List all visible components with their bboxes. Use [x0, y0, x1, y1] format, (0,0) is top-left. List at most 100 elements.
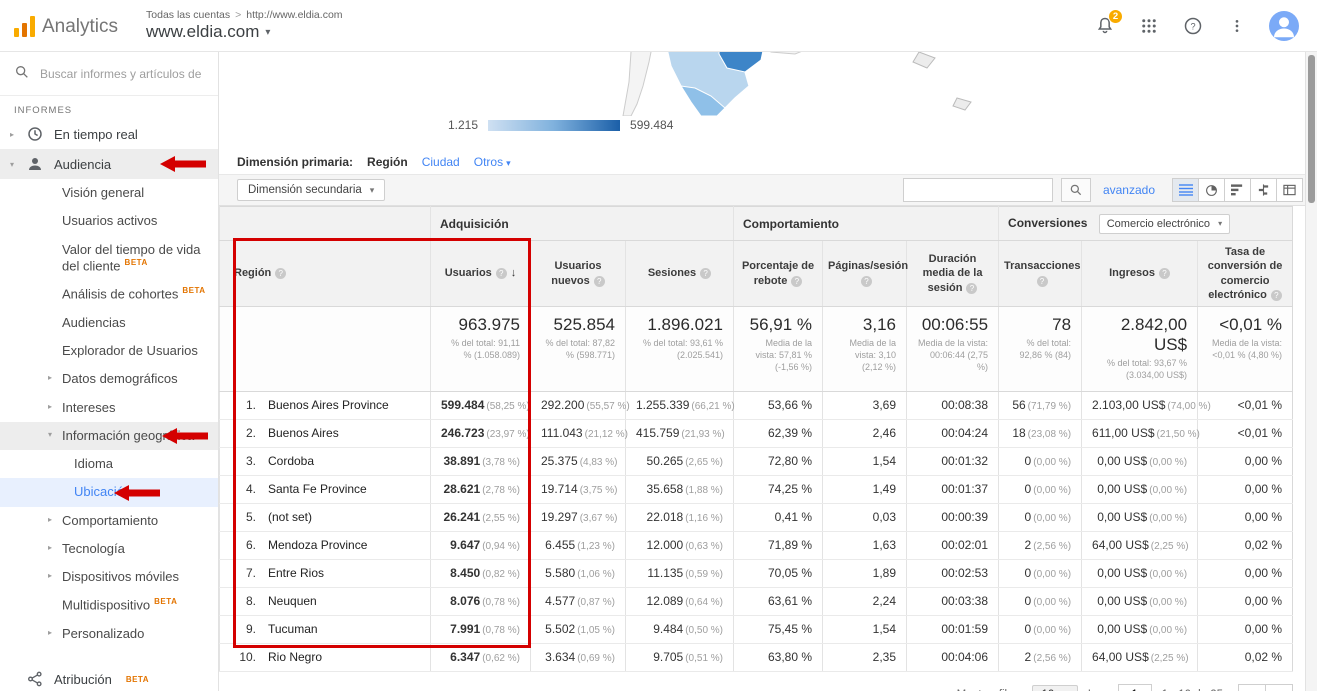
secondary-dimension-button[interactable]: Dimensión secundaria ▾ — [237, 179, 385, 201]
sidebar-item-audiencias[interactable]: Audiencias — [0, 309, 218, 337]
help-icon[interactable]: ? — [1159, 268, 1170, 279]
metric-cell-transactions: 18(23,08 %) — [999, 419, 1082, 447]
region-name[interactable]: Tucuman — [268, 622, 318, 636]
column-header-bounce[interactable]: Porcentaje de rebote? — [734, 241, 823, 307]
analytics-logo[interactable]: Analytics — [14, 15, 118, 37]
search-input[interactable] — [40, 67, 204, 81]
region-cell[interactable]: 4.Santa Fe Province — [220, 475, 431, 503]
percentage-view-icon[interactable] — [1198, 178, 1225, 202]
region-name[interactable]: Rio Negro — [268, 650, 322, 664]
region-name[interactable]: Neuquen — [268, 594, 317, 608]
sidebar-item-usuarios-activos[interactable]: Usuarios activos — [0, 207, 218, 235]
chevron-down-icon: ▾ — [1218, 219, 1222, 228]
sidebar-item-dispositivos-moviles[interactable]: ▸Dispositivos móviles — [0, 563, 218, 591]
sidebar-item-valor-tiempo-vida[interactable]: Valor del tiempo de vida del clienteBETA — [0, 236, 218, 281]
dimension-option-city[interactable]: Ciudad — [422, 155, 460, 169]
vertical-scrollbar[interactable] — [1305, 52, 1317, 691]
region-cell[interactable]: 5.(not set) — [220, 503, 431, 531]
scrollbar-thumb[interactable] — [1308, 55, 1315, 203]
pivot-view-icon[interactable] — [1276, 178, 1303, 202]
totals-sessions: 1.896.021% del total: 93,61 % (2.025.541… — [626, 307, 734, 391]
sidebar-item-comportamiento[interactable]: ▸Comportamiento — [0, 507, 218, 535]
region-cell[interactable]: 9.Tucuman — [220, 615, 431, 643]
help-icon[interactable]: ? — [594, 276, 605, 287]
help-icon[interactable]: ? — [1181, 14, 1205, 38]
region-name[interactable]: Buenos Aires Province — [268, 398, 389, 412]
previous-page-button[interactable]: ◀ — [1238, 684, 1266, 691]
column-header-conv-rate[interactable]: Tasa de conversión de comercio electróni… — [1198, 241, 1293, 307]
account-selector[interactable]: www.eldia.com ▾ — [146, 22, 343, 42]
help-icon[interactable]: ? — [275, 268, 286, 279]
breadcrumb-all-accounts[interactable]: Todas las cuentas — [146, 9, 230, 21]
apps-grid-icon[interactable] — [1137, 14, 1161, 38]
sidebar-item-audience[interactable]: ▾ Audiencia — [0, 149, 218, 179]
advanced-filter-link[interactable]: avanzado — [1103, 183, 1155, 197]
region-cell[interactable]: 3.Cordoba — [220, 447, 431, 475]
column-header-pages[interactable]: Páginas/sesión? — [823, 241, 907, 307]
sidebar-search[interactable] — [0, 52, 218, 96]
region-name[interactable]: (not set) — [268, 510, 312, 524]
sidebar-item-vision-general[interactable]: Visión general — [0, 179, 218, 207]
metric-cell-duration: 00:04:06 — [907, 643, 999, 671]
overflow-menu-icon[interactable] — [1225, 14, 1249, 38]
legend-max: 599.484 — [630, 118, 673, 132]
column-header-sessions[interactable]: Sesiones? — [626, 241, 734, 307]
table-view-icon[interactable] — [1172, 178, 1199, 202]
region-name[interactable]: Cordoba — [268, 454, 314, 468]
app-name: Analytics — [42, 17, 118, 37]
next-page-button[interactable]: ▶ — [1265, 684, 1293, 691]
sidebar-item-attribution[interactable]: Atribución BETA — [0, 664, 218, 691]
region-name[interactable]: Buenos Aires — [268, 426, 339, 440]
help-icon[interactable]: ? — [700, 268, 711, 279]
audience-subnav: Visión generalUsuarios activosValor del … — [0, 179, 218, 648]
column-header-region[interactable]: Región? — [220, 241, 431, 307]
dimension-option-other[interactable]: Otros▾ — [474, 155, 511, 169]
sidebar-item-ubicacion[interactable]: Ubicación — [0, 478, 218, 506]
column-header-new-users[interactable]: Usuarios nuevos? — [531, 241, 626, 307]
column-header-users[interactable]: Usuarios?↓ — [431, 241, 531, 307]
geo-map[interactable] — [219, 52, 1305, 116]
performance-view-icon[interactable] — [1224, 178, 1251, 202]
sidebar-item-intereses[interactable]: ▸Intereses — [0, 394, 218, 422]
dimension-option-region[interactable]: Región — [367, 155, 408, 169]
sidebar-item-realtime[interactable]: ▸ En tiempo real — [0, 119, 218, 149]
region-cell[interactable]: 1.Buenos Aires Province — [220, 391, 431, 419]
region-name[interactable]: Entre Rios — [268, 566, 324, 580]
table-search-input[interactable] — [903, 178, 1053, 202]
help-icon[interactable]: ? — [1271, 290, 1282, 301]
column-header-duration[interactable]: Duración media de la sesión? — [907, 241, 999, 307]
region-cell[interactable]: 2.Buenos Aires — [220, 419, 431, 447]
help-icon[interactable]: ? — [496, 268, 507, 279]
sidebar-item-idioma[interactable]: Idioma — [0, 450, 218, 478]
notifications-bell-icon[interactable]: 2 — [1093, 14, 1117, 38]
goto-page-input[interactable] — [1118, 684, 1152, 691]
help-icon[interactable]: ? — [1037, 276, 1048, 287]
sidebar-item-informacion-geografica[interactable]: ▾Información geográfica — [0, 422, 218, 450]
help-icon[interactable]: ? — [861, 276, 872, 287]
region-name[interactable]: Mendoza Province — [268, 538, 367, 552]
comparison-view-icon[interactable] — [1250, 178, 1277, 202]
breadcrumb-property[interactable]: http://www.eldia.com — [246, 9, 342, 21]
region-cell[interactable]: 7.Entre Rios — [220, 559, 431, 587]
conversion-type-selector[interactable]: Comercio electrónico ▾ — [1099, 214, 1230, 234]
legend-gradient-bar — [488, 120, 620, 131]
sidebar-item-datos-demograficos[interactable]: ▸Datos demográficos — [0, 365, 218, 393]
sidebar-item-tecnologia[interactable]: ▸Tecnología — [0, 535, 218, 563]
metric-cell-pages: 3,69 — [823, 391, 907, 419]
sidebar-item-explorador-usuarios[interactable]: Explorador de Usuarios — [0, 337, 218, 365]
table-search-button[interactable] — [1061, 178, 1091, 202]
metric-cell-sessions: 12.000(0,63 %) — [626, 531, 734, 559]
help-icon[interactable]: ? — [966, 283, 977, 294]
user-avatar[interactable] — [1269, 11, 1299, 41]
region-cell[interactable]: 8.Neuquen — [220, 587, 431, 615]
region-name[interactable]: Santa Fe Province — [268, 482, 367, 496]
sidebar-item-analisis-cohortes[interactable]: Análisis de cohortesBETA — [0, 280, 218, 309]
column-header-transactions[interactable]: Transacciones? — [999, 241, 1082, 307]
rows-per-page-select[interactable]: 10 ▾ — [1032, 685, 1077, 691]
sidebar-item-multidispositivo[interactable]: MultidispositivoBETA — [0, 591, 218, 620]
region-cell[interactable]: 6.Mendoza Province — [220, 531, 431, 559]
sidebar-item-personalizado[interactable]: ▸Personalizado — [0, 620, 218, 648]
region-cell[interactable]: 10.Rio Negro — [220, 643, 431, 671]
column-header-revenue[interactable]: Ingresos? — [1082, 241, 1198, 307]
help-icon[interactable]: ? — [791, 276, 802, 287]
